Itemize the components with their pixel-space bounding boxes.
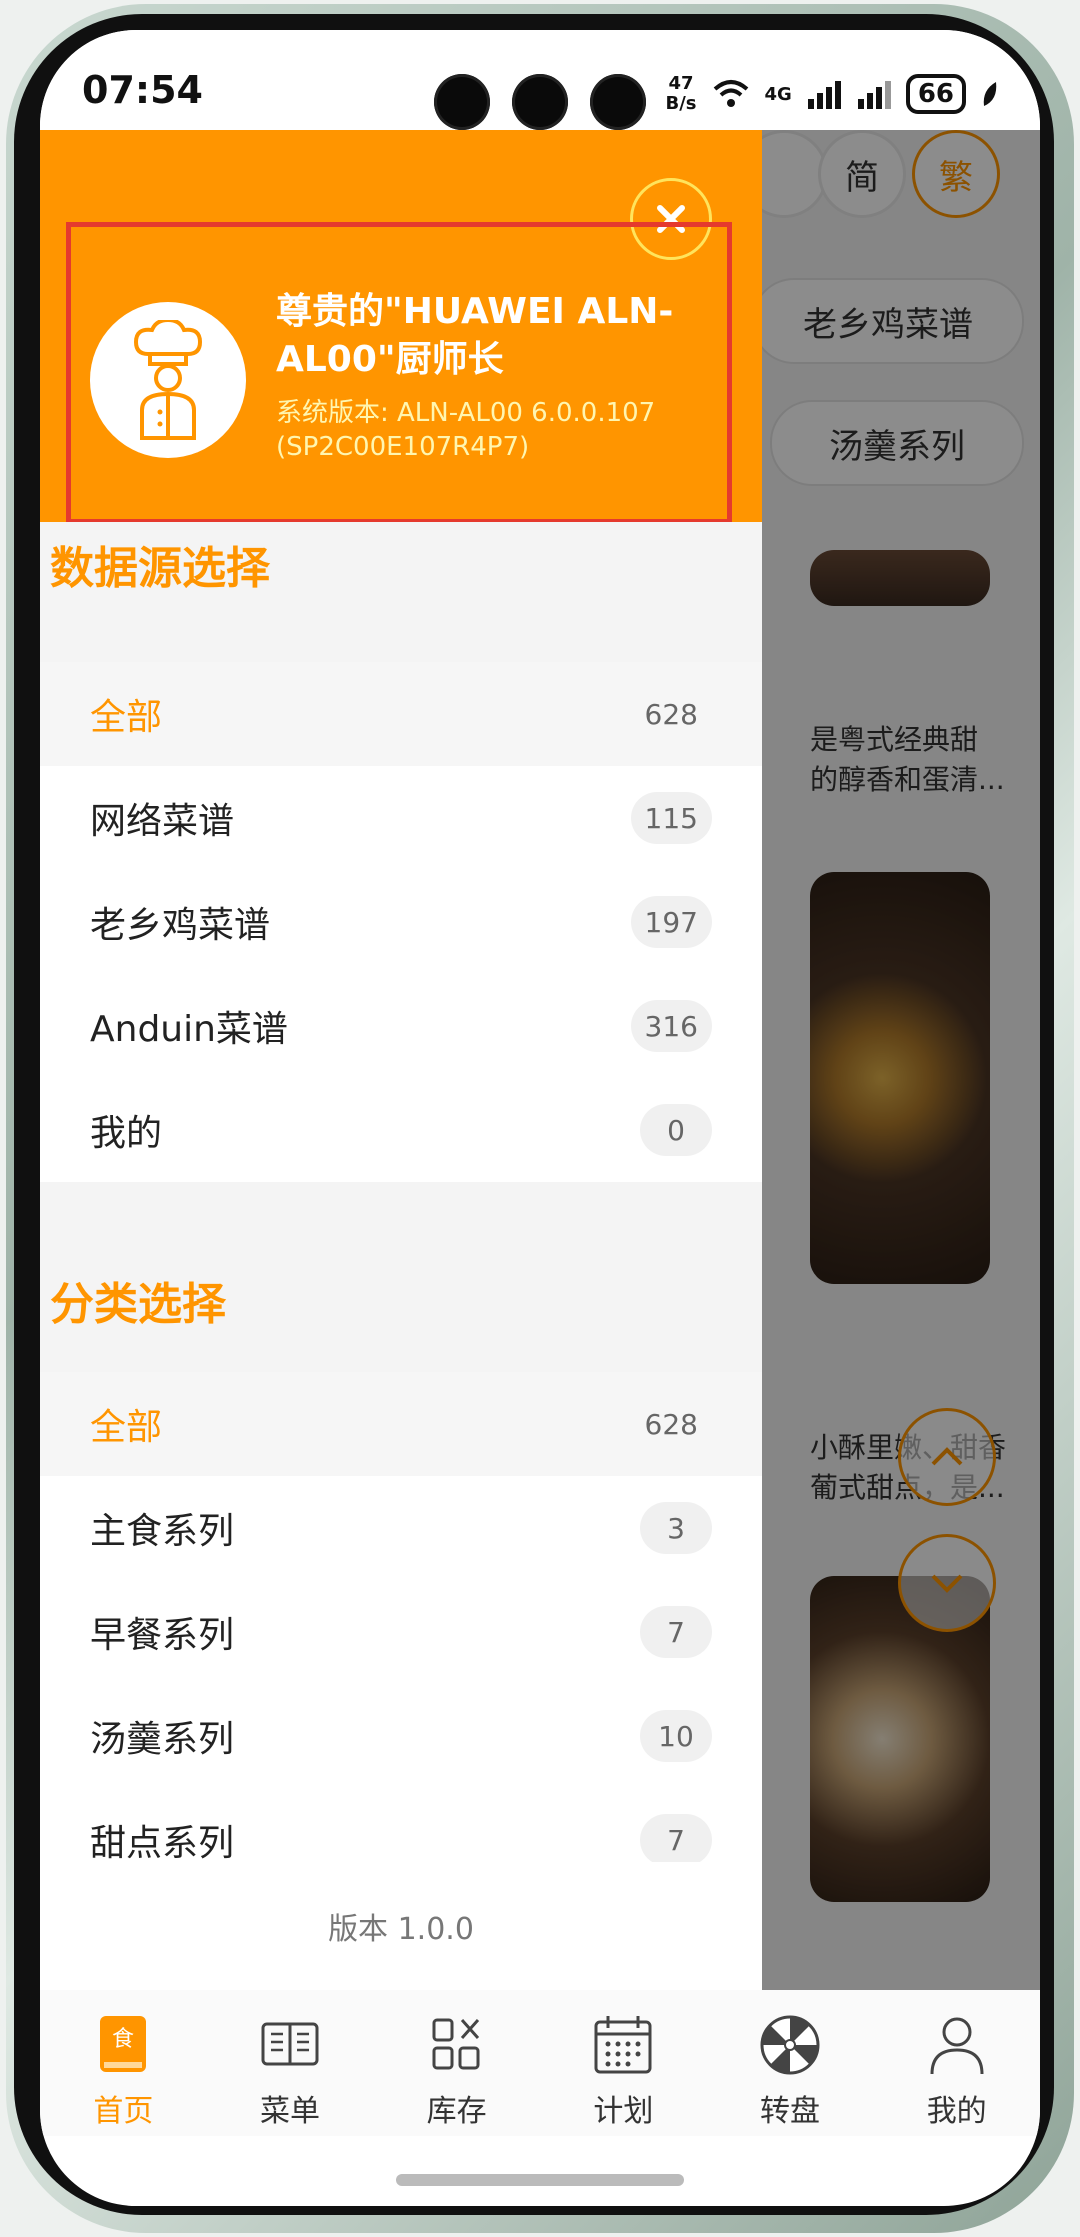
inventory-icon <box>432 2018 480 2070</box>
tab-label: 首页 <box>93 2094 154 2129</box>
net-speed: 47 B/s <box>665 74 696 114</box>
section-title: 分类选择 <box>50 1279 226 1330</box>
menu-icon <box>261 2022 319 2066</box>
list-item[interactable]: Anduin菜谱 316 <box>40 974 762 1078</box>
list-item-label: Anduin菜谱 <box>90 1009 288 1050</box>
highlight-box <box>66 222 732 524</box>
tab-home[interactable]: 食 首页 <box>40 1990 207 2136</box>
signal-icon <box>807 81 841 109</box>
section-title: 数据源选择 <box>50 543 270 594</box>
tab-wheel[interactable]: 转盘 <box>707 1990 874 2136</box>
category-list: 全部 628 主食系列 3 早餐系列 7 汤羹系列 10 甜点系列 7 <box>40 1372 762 1892</box>
tab-label: 菜单 <box>260 2094 320 2129</box>
battery-icon: 66 <box>905 74 966 114</box>
tab-plan[interactable]: 计划 <box>540 1990 707 2136</box>
count-badge: 197 <box>630 896 712 948</box>
network-type: 4G <box>764 83 792 105</box>
datasource-section-header: 数据源选择 <box>40 522 760 642</box>
version-footer: 版本 1.0.0 <box>40 1862 762 1990</box>
count-badge: 7 <box>640 1606 712 1658</box>
tab-menu[interactable]: 菜单 <box>207 1990 374 2136</box>
list-item[interactable]: 主食系列 3 <box>40 1476 762 1580</box>
list-item-label: 全部 <box>90 1407 163 1448</box>
bottom-tab-bar: 食 首页 菜单 库存 计划 转盘 我的 <box>40 1990 1040 2136</box>
count-badge: 628 <box>644 697 698 731</box>
count-badge: 7 <box>640 1814 712 1866</box>
count-badge: 316 <box>630 1000 712 1052</box>
list-item[interactable]: 早餐系列 7 <box>40 1580 762 1684</box>
leaf-icon <box>983 82 997 106</box>
screen: 07:54 47 B/s 4G 66 简 繁 老乡鸡菜谱 汤羹系列 是粤式经典甜… <box>40 30 1040 2206</box>
count-badge: 3 <box>640 1502 712 1554</box>
net-speed-unit: B/s <box>665 93 697 114</box>
count-badge: 10 <box>640 1710 712 1762</box>
camera-icon <box>512 74 568 130</box>
tab-label: 转盘 <box>760 2094 821 2129</box>
wifi-icon <box>713 80 748 107</box>
tab-label: 计划 <box>593 2094 654 2129</box>
list-item-label: 主食系列 <box>90 1511 235 1552</box>
drawer-header: 尊贵的"HUAWEI ALN-AL00"厨师长 系统版本: ALN-AL00 6… <box>40 130 762 524</box>
status-icons: 47 B/s 4G 66 <box>665 74 1000 114</box>
count-badge: 0 <box>640 1104 712 1156</box>
list-item[interactable]: 全部 628 <box>40 662 762 766</box>
list-item[interactable]: 网络菜谱 115 <box>40 766 762 870</box>
list-item-label: 我的 <box>90 1113 163 1154</box>
list-item[interactable]: 汤羹系列 10 <box>40 1684 762 1788</box>
list-item-label: 网络菜谱 <box>90 801 235 842</box>
tab-label: 库存 <box>426 2094 487 2129</box>
list-item-label: 老乡鸡菜谱 <box>90 905 271 946</box>
svg-text:食: 食 <box>112 2027 134 2052</box>
list-item-label: 全部 <box>90 697 163 738</box>
list-item-label: 汤羹系列 <box>90 1719 235 1760</box>
list-item[interactable]: 全部 628 <box>40 1372 762 1476</box>
tab-profile[interactable]: 我的 <box>873 1990 1040 2136</box>
list-item[interactable]: 我的 0 <box>40 1078 762 1182</box>
recipe-book-icon: 食 <box>100 2016 147 2072</box>
status-bar: 07:54 47 B/s 4G 66 <box>40 30 1040 130</box>
datasource-list: 全部 628 网络菜谱 115 老乡鸡菜谱 197 Anduin菜谱 316 我的 0 <box>40 662 762 1182</box>
status-time: 07:54 <box>82 68 203 112</box>
camera-icon <box>590 74 646 130</box>
home-indicator[interactable] <box>396 2174 684 2186</box>
camera-icon <box>434 74 490 130</box>
count-badge: 115 <box>630 792 712 844</box>
wheel-icon <box>760 2015 820 2075</box>
tab-inventory[interactable]: 库存 <box>373 1990 540 2136</box>
count-badge: 628 <box>644 1407 698 1441</box>
net-speed-value: 47 <box>668 73 694 94</box>
signal-icon <box>857 81 891 109</box>
device-frame: 07:54 47 B/s 4G 66 简 繁 老乡鸡菜谱 汤羹系列 是粤式经典甜… <box>0 0 1080 2237</box>
tab-label: 我的 <box>926 2094 987 2129</box>
side-drawer: 尊贵的"HUAWEI ALN-AL00"厨师长 系统版本: ALN-AL00 6… <box>40 130 762 1990</box>
person-icon <box>930 2017 984 2075</box>
list-item-label: 甜点系列 <box>90 1823 235 1864</box>
category-section-header: 分类选择 <box>40 1232 760 1352</box>
list-item[interactable]: 老乡鸡菜谱 197 <box>40 870 762 974</box>
calendar-icon <box>594 2016 652 2074</box>
list-item-label: 早餐系列 <box>90 1615 235 1656</box>
